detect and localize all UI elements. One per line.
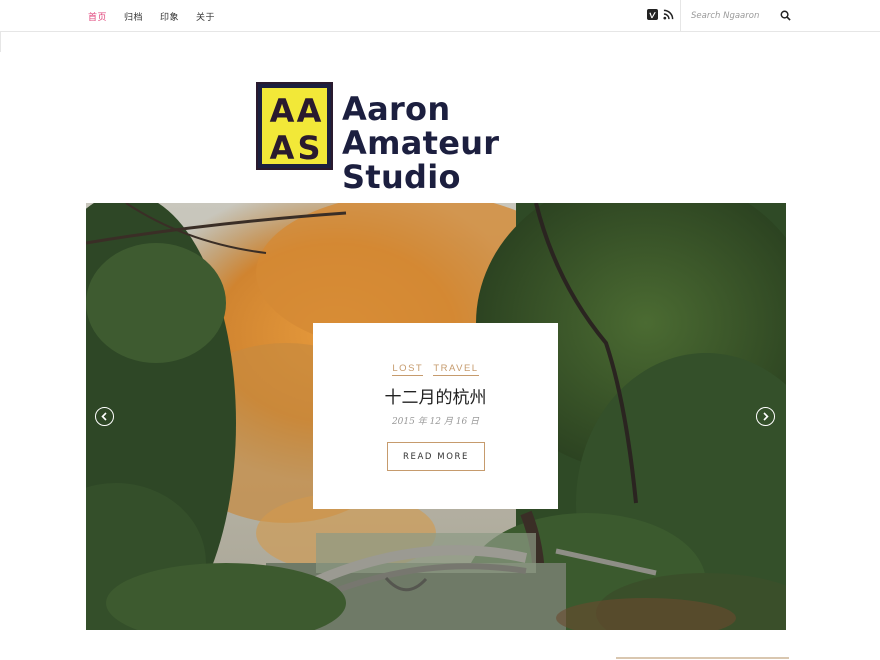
featured-slider: LOST TRAVEL 十二月的杭州 2015 年 12 月 16 日 READ… [86, 203, 786, 630]
category-link-travel[interactable]: TRAVEL [433, 363, 479, 376]
aas-logo-mark: A A A S [256, 82, 333, 170]
read-more-button[interactable]: READ MORE [387, 442, 485, 471]
top-navigation-bar: 首页 归档 印象 关于 [0, 0, 880, 32]
vimeo-icon[interactable] [647, 9, 658, 20]
search-box [680, 0, 791, 32]
nav-item-archive[interactable]: 归档 [124, 10, 143, 23]
page-edge-divider [0, 32, 1, 52]
nav-item-home[interactable]: 首页 [88, 10, 107, 23]
slider-prev-button[interactable] [95, 407, 114, 426]
search-input[interactable] [691, 9, 766, 23]
search-icon[interactable] [780, 10, 791, 21]
rss-icon[interactable] [663, 9, 674, 20]
svg-text:A: A [297, 92, 322, 130]
post-categories: LOST TRAVEL [313, 363, 558, 376]
social-links [647, 9, 674, 20]
nav-item-about[interactable]: 关于 [196, 10, 215, 23]
chevron-left-icon [101, 412, 107, 421]
post-title[interactable]: 十二月的杭州 [313, 383, 558, 408]
post-date: 2015 年 12 月 16 日 [391, 417, 480, 427]
slider-next-button[interactable] [756, 407, 775, 426]
site-title: Aaron Amateur Studio [342, 92, 622, 194]
site-title-line2: Amateur Studio [342, 124, 500, 196]
svg-text:S: S [297, 129, 320, 167]
category-link-lost[interactable]: LOST [392, 363, 424, 376]
sidebar-widget-top-border [616, 657, 789, 659]
main-menu: 首页 归档 印象 关于 [88, 0, 232, 32]
svg-text:A: A [270, 129, 295, 167]
top-navigation-inner: 首页 归档 印象 关于 [85, 0, 791, 32]
nav-item-impressions[interactable]: 印象 [160, 10, 179, 23]
svg-text:A: A [270, 92, 295, 130]
site-title-line1: Aaron [342, 90, 451, 128]
chevron-right-icon [763, 412, 769, 421]
site-logo[interactable]: A A A S Aaron Amateur Studio [256, 82, 622, 194]
slide-caption-card: LOST TRAVEL 十二月的杭州 2015 年 12 月 16 日 READ… [313, 323, 558, 509]
